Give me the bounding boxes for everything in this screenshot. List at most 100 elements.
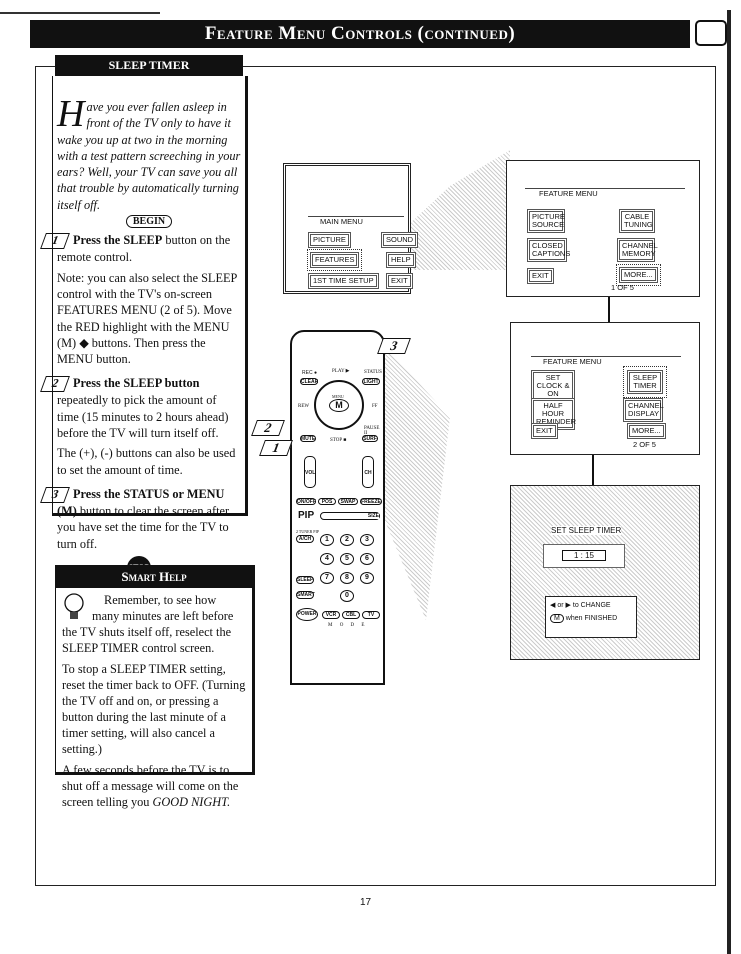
arrow-down [608, 297, 610, 322]
rec-label: REC ● [302, 370, 317, 376]
power-button[interactable]: POWER [296, 608, 318, 621]
step-number-1: 1 [40, 233, 70, 250]
feature-menu-1-title: FEATURE MENU [525, 188, 685, 198]
smart-help-p2: To stop a SLEEP TIMER setting, reset the… [62, 662, 246, 756]
step-3-text: button to clear the screen after you hav… [57, 503, 230, 551]
tv-icon [695, 20, 727, 46]
menu-closed-captions[interactable]: CLOSED CAPTIONS [527, 238, 570, 262]
size-label: SIZE [367, 513, 379, 519]
callout-3: 3 [377, 338, 411, 354]
menu-button-icon: M [550, 614, 564, 623]
menu-sleep-timer[interactable]: SLEEP TIMER [623, 366, 667, 398]
pip-position-button[interactable]: POS [318, 498, 336, 505]
menu-channel-memory[interactable]: CHANNEL MEMORY [617, 238, 658, 262]
two-tuner-pip-label: 2 TUNER PIP [296, 529, 320, 534]
step-1-bold: Press the SLEEP [73, 233, 163, 248]
feature-menu-2-title: FEATURE MENU [531, 356, 681, 366]
menu-sound[interactable]: SOUND [381, 232, 419, 248]
stop-label: STOP ■ [330, 438, 347, 443]
number-5-button[interactable]: 5 [340, 553, 354, 565]
rew-label: REW [298, 404, 310, 409]
swap-button[interactable]: SWAP [338, 498, 358, 505]
menu-exit[interactable]: EXIT [527, 268, 554, 284]
menu-help[interactable]: HELP [386, 252, 416, 268]
menu-channel-display[interactable]: CHANNEL DISPLAY [623, 398, 664, 422]
smart-button[interactable]: SMART [296, 591, 315, 599]
number-0-button[interactable]: 0 [340, 590, 354, 602]
surf-button[interactable]: SURF [362, 435, 378, 442]
pip-label: PIP [298, 510, 315, 521]
number-9-button[interactable]: 9 [360, 572, 374, 584]
number-1-button[interactable]: 1 [320, 534, 334, 546]
menu-first-time-setup[interactable]: 1ST TIME SETUP [308, 273, 379, 289]
begin-badge: BEGIN [57, 214, 241, 230]
smart-help-title: Smart Help [56, 566, 252, 588]
menu-picture[interactable]: PICTURE [308, 232, 351, 248]
number-7-button[interactable]: 7 [320, 572, 334, 584]
step-2-note: The (+), (-) buttons can also be used to… [57, 446, 236, 477]
page-indicator: 2 OF 5 [633, 440, 656, 449]
menu-button[interactable]: M [329, 399, 349, 412]
menu-cable-tuning[interactable]: CABLE TUNING [619, 209, 655, 233]
freeze-button[interactable]: FREEZE [360, 498, 382, 505]
pip-on-off-button[interactable]: ON/OFF [296, 498, 316, 505]
feature-menu-2-screen: FEATURE MENU SET CLOCK & ON TIMER SLEEP … [510, 322, 700, 455]
menu-exit[interactable]: EXIT [531, 423, 558, 439]
begin-label: BEGIN [125, 215, 173, 229]
remote-control: REC ● CLEAR PLAY ▶ STATUS LIGHT REW FF M… [290, 330, 385, 685]
menu-picture-source[interactable]: PICTURE SOURCE [527, 209, 565, 233]
sleep-time-value: 1 : 15 [562, 550, 606, 561]
status-label: STATUS [364, 370, 382, 375]
menu-more[interactable]: MORE... [616, 264, 661, 286]
finished-text: when FINISHED [565, 615, 618, 622]
sleep-timer-screen: SET SLEEP TIMER 1 : 15 ◀ or ▶ to CHANGE … [510, 485, 700, 660]
a-ch-button[interactable]: A/CH [296, 535, 314, 543]
step-3: 3 Press the STATUS or MENU (M) button to … [40, 486, 241, 552]
page-indicator: 1 OF 5 [611, 283, 634, 292]
main-menu-title: MAIN MENU [308, 216, 404, 226]
right-arrow-icon: ▶ [565, 602, 571, 609]
mode-label: M O D E [328, 623, 368, 628]
callout-2: 2 [251, 420, 285, 436]
step-2-text: repeatedly to pick the amount of time (1… [57, 393, 229, 441]
page-number: 17 [360, 897, 372, 908]
number-6-button[interactable]: 6 [360, 553, 374, 565]
change-text: to CHANGE [572, 602, 611, 609]
volume-rocker[interactable]: VOL [304, 456, 316, 488]
smart-help-box: Smart Help Remember, to see how many min… [55, 565, 255, 809]
sleep-button[interactable]: SLEEP [296, 576, 314, 584]
status-button[interactable]: LIGHT [362, 378, 380, 385]
channel-rocker[interactable]: CH [362, 456, 374, 488]
lightbulb-icon [64, 593, 84, 619]
cable-mode-button[interactable]: CBL [342, 611, 360, 619]
number-3-button[interactable]: 3 [360, 534, 374, 546]
step-2: 2 Press the SLEEP button repeatedly to pi… [40, 375, 241, 441]
clear-button[interactable]: CLEAR [300, 378, 318, 385]
menu-more[interactable]: MORE... [627, 423, 666, 439]
tv-mode-button[interactable]: TV [362, 611, 380, 619]
step-number-3: 3 [40, 486, 70, 503]
mute-button[interactable]: MUTE [300, 435, 316, 442]
or-text: or [557, 602, 564, 609]
play-label: PLAY ▶ [332, 369, 350, 374]
number-8-button[interactable]: 8 [340, 572, 354, 584]
main-menu-screen: MAIN MENU PICTURE SOUND FEATURES HELP 1S… [283, 163, 419, 294]
step-1: 1 Press the SLEEP button on the remote co… [40, 232, 241, 265]
feature-menu-1-screen: FEATURE MENU PICTURE SOURCE CABLE TUNING… [506, 160, 700, 297]
vcr-mode-button[interactable]: VCR [322, 611, 340, 619]
pip-size-button[interactable]: SIZE [320, 512, 380, 520]
menu-features[interactable]: FEATURES [306, 249, 363, 271]
sleep-screen-title: SET SLEEP TIMER [551, 526, 622, 535]
intro-body: ave you ever fallen asleep in front of t… [57, 100, 241, 212]
scan-edge-line [0, 12, 160, 14]
section-title: SLEEP TIMER [55, 55, 243, 76]
number-2-button[interactable]: 2 [340, 534, 354, 546]
menu-exit[interactable]: EXIT [386, 273, 413, 289]
dropcap: H [57, 93, 85, 135]
step-2-bold: Press the SLEEP button [73, 376, 200, 391]
sleep-timer-section: Have you ever fallen asleep in front of … [40, 76, 248, 580]
smart-help-p1: Remember, to see how many minutes are le… [62, 593, 234, 655]
number-4-button[interactable]: 4 [320, 553, 334, 565]
step-1-note: Note: you can also select the SLEEP cont… [57, 270, 237, 367]
left-arrow-icon: ◀ [550, 602, 556, 609]
